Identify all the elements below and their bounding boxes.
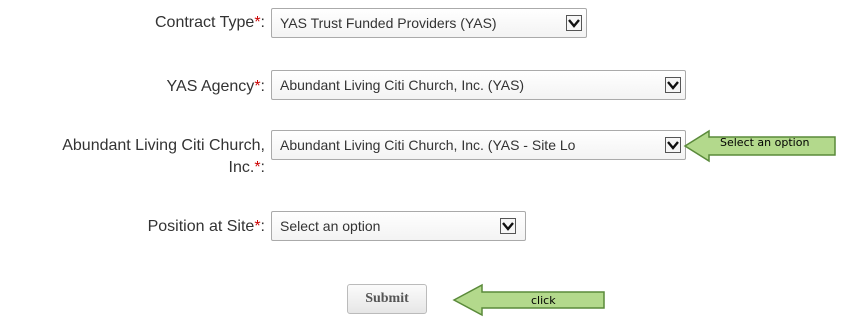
agency-select[interactable]: Abundant Living Citi Church, Inc. (YAS) [271,70,686,100]
position-select[interactable]: Select an option [271,211,526,241]
chevron-down-icon[interactable] [566,15,582,31]
agency-label-text: YAS Agency [166,78,255,95]
contract-type-label: Contract Type*: [60,12,265,34]
contract-type-value: YAS Trust Funded Providers (YAS) [280,15,497,31]
submit-button[interactable]: Submit [347,284,427,314]
site-label-line1: Abundant Living Citi Church, [62,137,265,154]
agency-label: YAS Agency*: [60,76,265,98]
site-label-line2-text: Inc. [228,159,255,176]
select-hint-annotation: Select an option [720,136,810,149]
label-colon: : [260,159,265,176]
left-arrow-icon [452,283,605,317]
site-select[interactable]: Abundant Living Citi Church, Inc. (YAS -… [271,130,686,160]
label-colon: : [260,218,265,235]
position-label-text: Position at Site [147,218,255,235]
agency-value: Abundant Living Citi Church, Inc. (YAS) [280,77,525,93]
site-value: Abundant Living Citi Church, Inc. (YAS -… [280,137,576,153]
chevron-down-icon[interactable] [500,218,516,234]
label-colon: : [260,14,265,31]
site-label-line2: Inc.*: [0,157,265,179]
chevron-down-icon[interactable] [665,77,681,93]
click-hint-annotation: click [531,294,556,307]
chevron-down-icon[interactable] [665,137,681,153]
label-colon: : [260,78,265,95]
contract-type-label-text: Contract Type [155,14,255,31]
position-value: Select an option [280,218,381,234]
contract-type-select[interactable]: YAS Trust Funded Providers (YAS) [271,8,587,38]
position-label: Position at Site*: [60,216,265,238]
site-label: Abundant Living Citi Church, Inc.*: [0,135,265,179]
